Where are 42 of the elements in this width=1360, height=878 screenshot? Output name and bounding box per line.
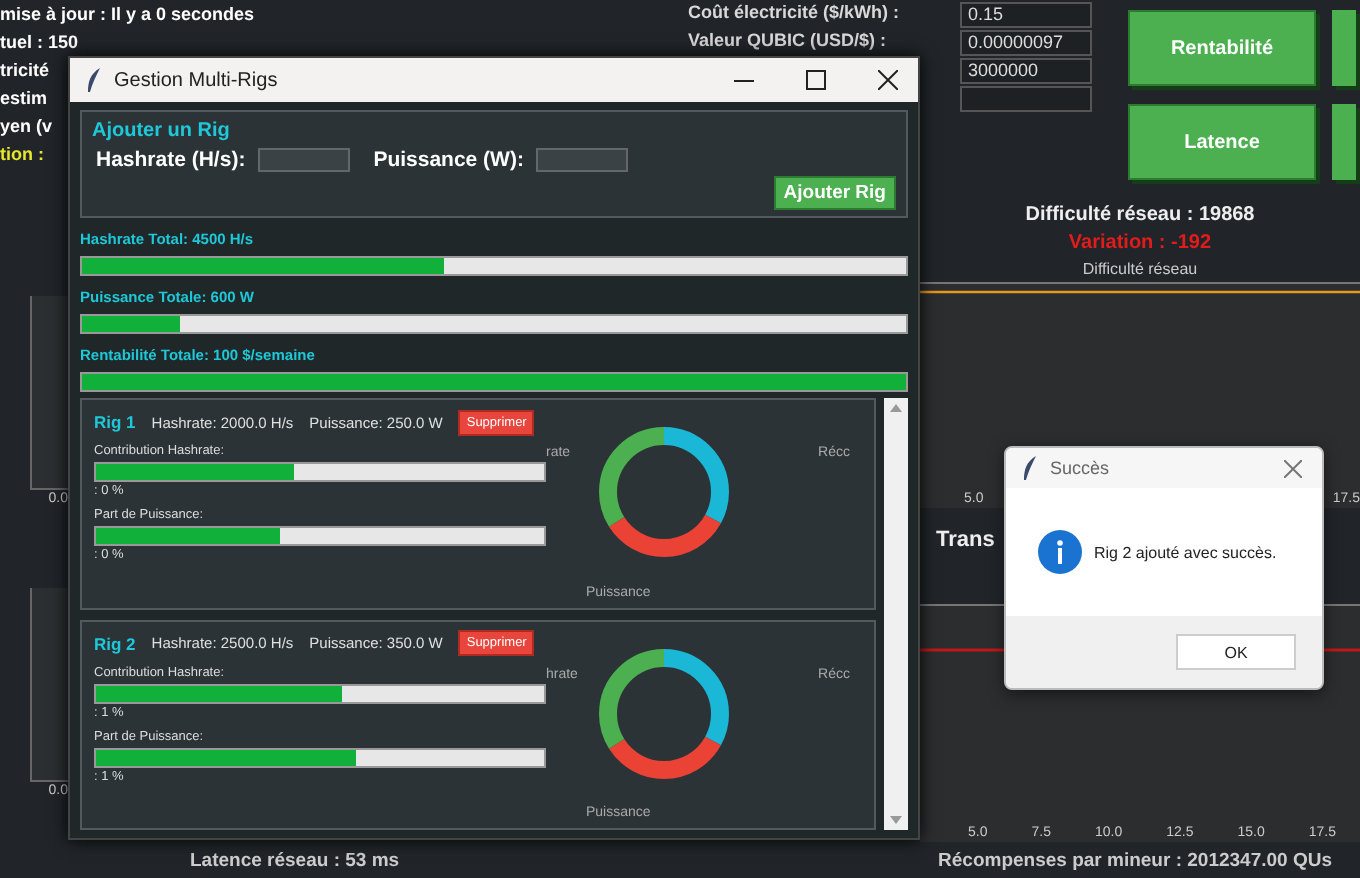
difficulty-text: Difficulté réseau : 19868	[1023, 202, 1257, 230]
input-field[interactable]	[257, 148, 350, 172]
status-text: tricité	[0, 58, 50, 84]
feather-icon	[1022, 455, 1038, 481]
field-label: Hashrate (H/s):	[96, 148, 246, 172]
setting-field[interactable]: 0.00000097	[960, 30, 1092, 56]
chart-button[interactable]: Latence	[1128, 104, 1316, 180]
donut-chart-drawing	[594, 422, 734, 562]
panel-title: Ajouter un Rig	[92, 118, 232, 144]
info-icon	[1038, 530, 1082, 574]
add-rig-button[interactable]: Ajouter Rig	[773, 176, 896, 210]
chart-button[interactable]: Rentabilité	[1128, 10, 1316, 86]
status-text: tuel : 150	[0, 30, 79, 56]
rig-name: Rig 2	[94, 633, 136, 653]
rewards-text: Récompenses par mineur : 2012347.00 QUs	[938, 849, 1332, 871]
setting-field[interactable]: 0.15	[960, 2, 1092, 28]
scrollbar[interactable]	[884, 398, 908, 830]
setting-label: Valeur QUBIC (USD/$) :	[688, 28, 889, 54]
field-label: Puissance (W):	[373, 148, 524, 172]
status-text: mise à jour : Il y a 0 secondes	[0, 2, 255, 28]
scroll-down-icon[interactable]	[890, 816, 902, 824]
setting-field[interactable]	[960, 86, 1092, 112]
chart-title: Difficulté réseau	[1080, 258, 1200, 282]
status-text: estim	[0, 86, 48, 112]
status-text: yen (v	[0, 114, 53, 140]
donut-chart-drawing	[594, 643, 734, 783]
status-text: tion :	[0, 142, 44, 168]
dialog-title: Succès	[1050, 458, 1112, 478]
maximize-icon[interactable]	[806, 70, 826, 90]
scroll-up-icon[interactable]	[890, 404, 902, 412]
feather-icon	[86, 67, 102, 93]
close-icon[interactable]	[878, 70, 898, 90]
variation-text: Variation : -192	[1066, 230, 1214, 258]
setting-label: Coût électricité ($/kWh) :	[688, 0, 902, 26]
dialog-message: Rig 2 ajouté avec succès.	[1094, 543, 1277, 561]
latency-text: Latence réseau : 53 ms	[190, 849, 400, 871]
setting-field[interactable]: 3000000	[960, 58, 1092, 84]
rig-name: Rig 1	[94, 412, 136, 432]
window-title: Gestion Multi-Rigs	[114, 69, 280, 91]
minimize-icon[interactable]	[734, 79, 754, 81]
input-field[interactable]	[535, 148, 628, 172]
ok-button[interactable]: OK	[1176, 634, 1296, 670]
